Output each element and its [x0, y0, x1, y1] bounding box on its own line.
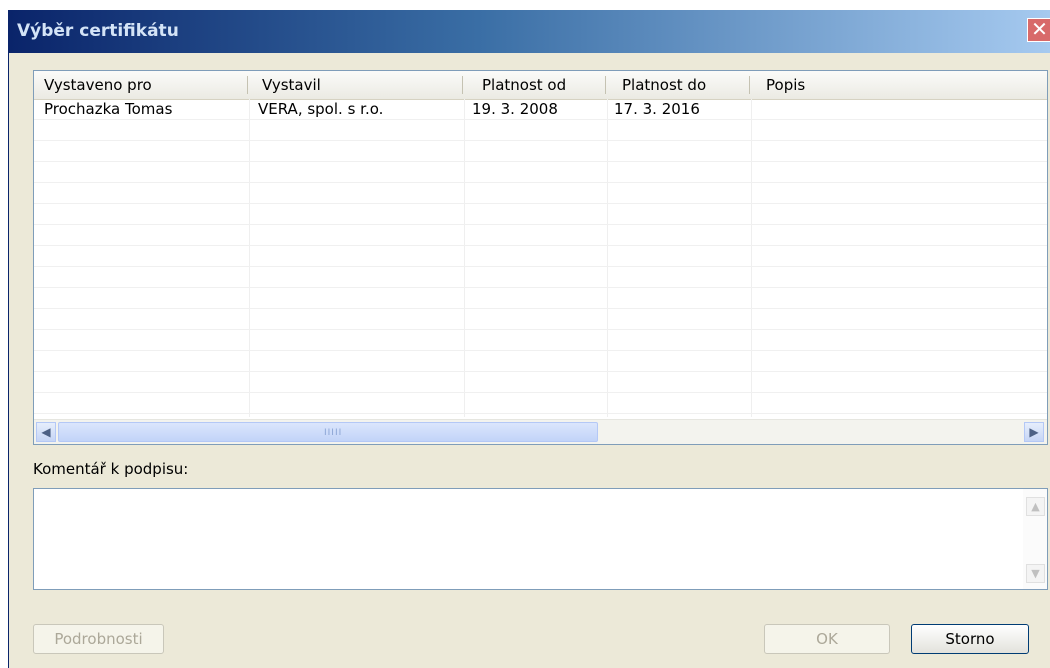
- column-separator[interactable]: [605, 76, 606, 94]
- grip-icon: IIIII: [324, 428, 343, 438]
- column-separator[interactable]: [749, 76, 750, 94]
- arrow-up-icon: ▲: [1031, 500, 1040, 513]
- table-row-empty: [34, 225, 1047, 246]
- column-header-issuer[interactable]: Vystavil: [262, 71, 321, 99]
- certificate-dialog: Výběr certifikátu ✕ Vystaveno pro Vystav…: [8, 10, 1050, 668]
- dialog-title: Výběr certifikátu: [17, 21, 179, 41]
- comment-label: Komentář k podpisu:: [33, 460, 189, 478]
- ok-button[interactable]: OK: [764, 624, 890, 654]
- column-separator[interactable]: [462, 76, 463, 94]
- table-row-empty: [34, 246, 1047, 267]
- certificate-list[interactable]: Vystaveno pro Vystavil Platnost od Platn…: [33, 70, 1048, 445]
- scroll-left-button[interactable]: ◀: [36, 422, 56, 442]
- scroll-up-button[interactable]: ▲: [1026, 497, 1045, 516]
- scroll-thumb[interactable]: IIIII: [58, 422, 598, 442]
- table-row-empty: [34, 330, 1047, 351]
- cell-issued-to: Prochazka Tomas: [44, 100, 173, 118]
- column-header-description[interactable]: Popis: [766, 71, 805, 99]
- close-icon: ✕: [1031, 17, 1048, 41]
- horizontal-scrollbar[interactable]: ◀ IIIII ▶: [34, 419, 1047, 444]
- close-button[interactable]: ✕: [1027, 18, 1050, 42]
- table-row-empty: [34, 351, 1047, 372]
- details-button[interactable]: Podrobnosti: [33, 624, 164, 654]
- comment-textarea[interactable]: ▲ ▼: [33, 488, 1048, 590]
- column-header-valid-to[interactable]: Platnost do: [622, 71, 706, 99]
- cell-valid-from: 19. 3. 2008: [472, 100, 558, 118]
- arrow-left-icon: ◀: [41, 425, 51, 439]
- scroll-down-button[interactable]: ▼: [1026, 564, 1045, 583]
- cancel-button[interactable]: Storno: [911, 624, 1029, 654]
- vertical-scrollbar[interactable]: ▲ ▼: [1023, 489, 1047, 589]
- column-separator[interactable]: [247, 76, 248, 94]
- table-row-empty: [34, 183, 1047, 204]
- cell-valid-to: 17. 3. 2016: [614, 100, 700, 118]
- column-header-issued-to[interactable]: Vystaveno pro: [44, 71, 152, 99]
- table-row-empty: [34, 288, 1047, 309]
- table-row-empty: [34, 267, 1047, 288]
- cell-issuer: VERA, spol. s r.o.: [258, 100, 384, 118]
- table-row-empty: [34, 162, 1047, 183]
- table-row-empty: [34, 309, 1047, 330]
- column-header-valid-from[interactable]: Platnost od: [482, 71, 566, 99]
- table-row-empty: [34, 393, 1047, 414]
- table-row-empty: [34, 141, 1047, 162]
- arrow-right-icon: ▶: [1029, 425, 1039, 439]
- table-row-empty: [34, 120, 1047, 141]
- table-row[interactable]: Prochazka Tomas VERA, spol. s r.o. 19. 3…: [34, 99, 1047, 120]
- title-bar[interactable]: Výběr certifikátu ✕: [9, 10, 1050, 53]
- table-row-empty: [34, 372, 1047, 393]
- table-row-empty: [34, 204, 1047, 225]
- arrow-down-icon: ▼: [1031, 567, 1040, 580]
- list-header: Vystaveno pro Vystavil Platnost od Platn…: [34, 71, 1047, 100]
- scroll-right-button[interactable]: ▶: [1024, 422, 1044, 442]
